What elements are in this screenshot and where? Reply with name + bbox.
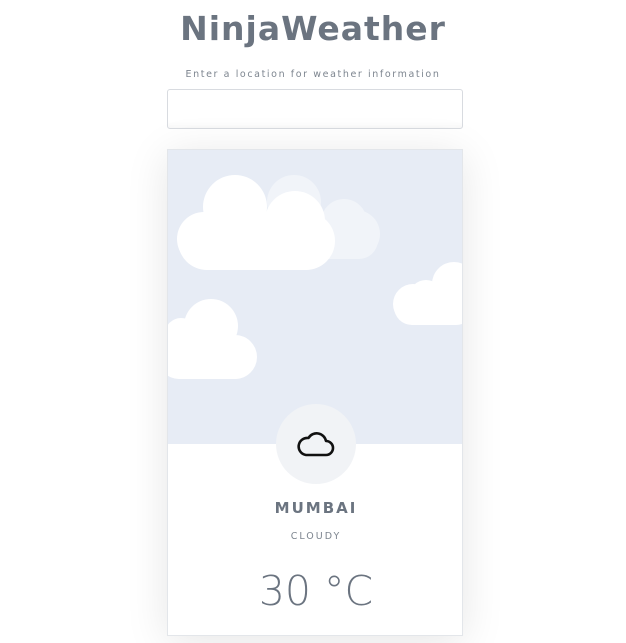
app-title: NinjaWeather bbox=[180, 9, 446, 48]
weather-icon-circle bbox=[276, 404, 356, 484]
cloudy-sky-background bbox=[168, 150, 462, 444]
temperature: 30 °C bbox=[258, 567, 374, 615]
weather-condition: CLOUDY bbox=[290, 531, 342, 542]
location-search-input[interactable] bbox=[167, 89, 463, 129]
search-label: Enter a location for weather information bbox=[185, 69, 441, 80]
city-name: MUMBAI bbox=[274, 499, 358, 517]
clouds-illustration bbox=[168, 175, 462, 379]
cloud-right bbox=[393, 262, 462, 325]
weather-card: MUMBAI CLOUDY 30 °C bbox=[167, 149, 463, 636]
cloud-left bbox=[168, 299, 257, 379]
cloud-icon bbox=[297, 432, 335, 457]
